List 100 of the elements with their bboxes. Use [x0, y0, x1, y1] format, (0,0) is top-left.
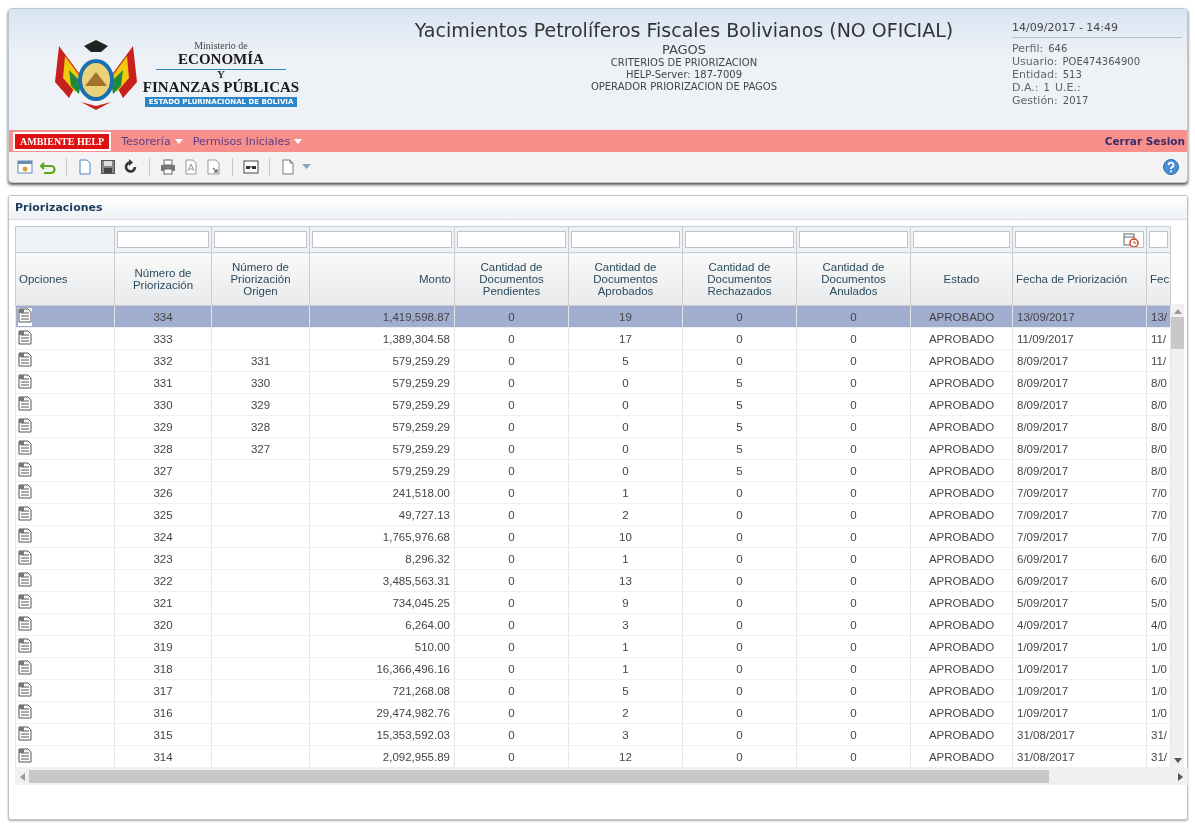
menu-item[interactable]: Permisos Iniciales	[192, 134, 303, 148]
filter-field[interactable]	[1149, 231, 1168, 248]
column-header: Fecha de Priorización	[1012, 252, 1147, 306]
help-icon[interactable]	[1161, 157, 1181, 177]
table-cell: 5	[682, 371, 797, 394]
options-icon[interactable]	[18, 417, 32, 436]
table-cell: 4/0	[1146, 613, 1171, 636]
horizontal-scrollbar[interactable]	[15, 768, 1188, 785]
table-cell: 0	[568, 371, 683, 394]
filter-field[interactable]	[799, 231, 908, 248]
table-cell: 0	[796, 459, 911, 482]
options-icon[interactable]	[18, 461, 32, 480]
table-cell: 7/0	[1146, 481, 1171, 504]
table-cell: 1,765,976.68	[309, 525, 455, 548]
table-cell: APROBADO	[910, 459, 1013, 482]
column-header: Cantidad de Documentos Aprobados	[568, 252, 683, 306]
options-icon[interactable]	[18, 725, 32, 744]
options-icon[interactable]	[18, 373, 32, 392]
filter-field[interactable]	[571, 231, 680, 248]
scroll-thumb[interactable]	[1171, 317, 1184, 349]
table-cell: APROBADO	[910, 437, 1013, 460]
filter-field[interactable]	[312, 231, 452, 248]
menu-item[interactable]: Tesorería	[121, 134, 183, 148]
table-cell: 321	[114, 591, 212, 614]
filter-field[interactable]	[685, 231, 794, 248]
session-label: Entidad:	[1012, 68, 1058, 81]
table-cell: APROBADO	[910, 569, 1013, 592]
column-header: Número de Priorización	[114, 252, 212, 306]
options-icon[interactable]	[18, 549, 32, 568]
table-cell: 2	[568, 503, 683, 526]
ministry-joiner: Y	[156, 69, 286, 79]
table-cell: APROBADO	[910, 327, 1013, 350]
options-icon[interactable]	[18, 307, 32, 326]
table-cell: 12	[568, 745, 683, 768]
options-icon[interactable]	[18, 395, 32, 414]
table-cell: 11/	[1146, 327, 1171, 350]
table-cell: 49,727.13	[309, 503, 455, 526]
scroll-left-arrow-icon[interactable]	[19, 772, 25, 781]
table-cell: 331	[114, 371, 212, 394]
table-cell: 510.00	[309, 635, 455, 658]
window-icon[interactable]	[15, 157, 35, 177]
table-cell: 11/	[1146, 349, 1171, 372]
table-cell: 0	[454, 591, 569, 614]
table-cell: 8/09/2017	[1012, 371, 1147, 394]
filter-field[interactable]	[457, 231, 566, 248]
dropdown-caret-icon[interactable]	[301, 162, 312, 172]
options-icon[interactable]	[18, 527, 32, 546]
table-cell: 331	[211, 349, 310, 372]
filter-field[interactable]	[1015, 231, 1144, 248]
table-cell: 5	[568, 349, 683, 372]
filter-field[interactable]	[913, 231, 1010, 248]
options-icon[interactable]	[18, 615, 32, 634]
calendar-clock-icon[interactable]	[1123, 232, 1139, 247]
scroll-up-arrow-icon[interactable]	[1173, 308, 1182, 314]
options-icon[interactable]	[18, 703, 32, 722]
table-cell: 325	[114, 503, 212, 526]
table-cell: 0	[454, 679, 569, 702]
glasses-icon[interactable]	[241, 157, 261, 177]
table-cell: 0	[682, 745, 797, 768]
options-icon[interactable]	[18, 439, 32, 458]
print-icon[interactable]	[158, 157, 178, 177]
table-cell: 0	[796, 745, 911, 768]
table-cell: 0	[454, 503, 569, 526]
session-value: 2017	[1062, 94, 1089, 107]
options-icon[interactable]	[18, 593, 32, 612]
vertical-scrollbar[interactable]	[1171, 304, 1184, 768]
table-cell: 29,474,982.76	[309, 701, 455, 724]
options-icon[interactable]	[18, 659, 32, 678]
scroll-thumb[interactable]	[29, 770, 1049, 783]
table-cell: 329	[211, 393, 310, 416]
table-cell: 1,419,598.87	[309, 305, 455, 328]
table-cell: 0	[682, 635, 797, 658]
scroll-down-arrow-icon[interactable]	[1173, 758, 1182, 764]
table-cell: 0	[682, 701, 797, 724]
options-icon[interactable]	[18, 747, 32, 766]
table-cell: APROBADO	[910, 635, 1013, 658]
table-cell: 17	[568, 327, 683, 350]
filter-field[interactable]	[117, 231, 209, 248]
save-icon[interactable]	[98, 157, 118, 177]
logout-link[interactable]: Cerrar Sesion	[1104, 135, 1187, 147]
column-header: Monto	[309, 252, 455, 306]
filter-field[interactable]	[214, 231, 307, 248]
ministry-name: FINANZAS PÚBLICAS	[142, 79, 300, 95]
options-icon[interactable]	[18, 351, 32, 370]
table-cell: 579,259.29	[309, 459, 455, 482]
options-icon[interactable]	[18, 329, 32, 348]
table-cell: 5/0	[1146, 591, 1171, 614]
table-cell: 0	[454, 525, 569, 548]
options-icon[interactable]	[18, 681, 32, 700]
table-cell: 0	[568, 393, 683, 416]
table-cell: 0	[796, 547, 911, 570]
table-cell: 2,092,955.89	[309, 745, 455, 768]
options-icon[interactable]	[18, 505, 32, 524]
options-icon[interactable]	[18, 637, 32, 656]
table-cell: 1/0	[1146, 657, 1171, 680]
table-cell: 0	[682, 723, 797, 746]
options-icon[interactable]	[18, 571, 32, 590]
scroll-right-arrow-icon[interactable]	[1178, 772, 1184, 781]
options-icon[interactable]	[18, 483, 32, 502]
ministry-name: ECONOMÍA	[178, 51, 264, 67]
